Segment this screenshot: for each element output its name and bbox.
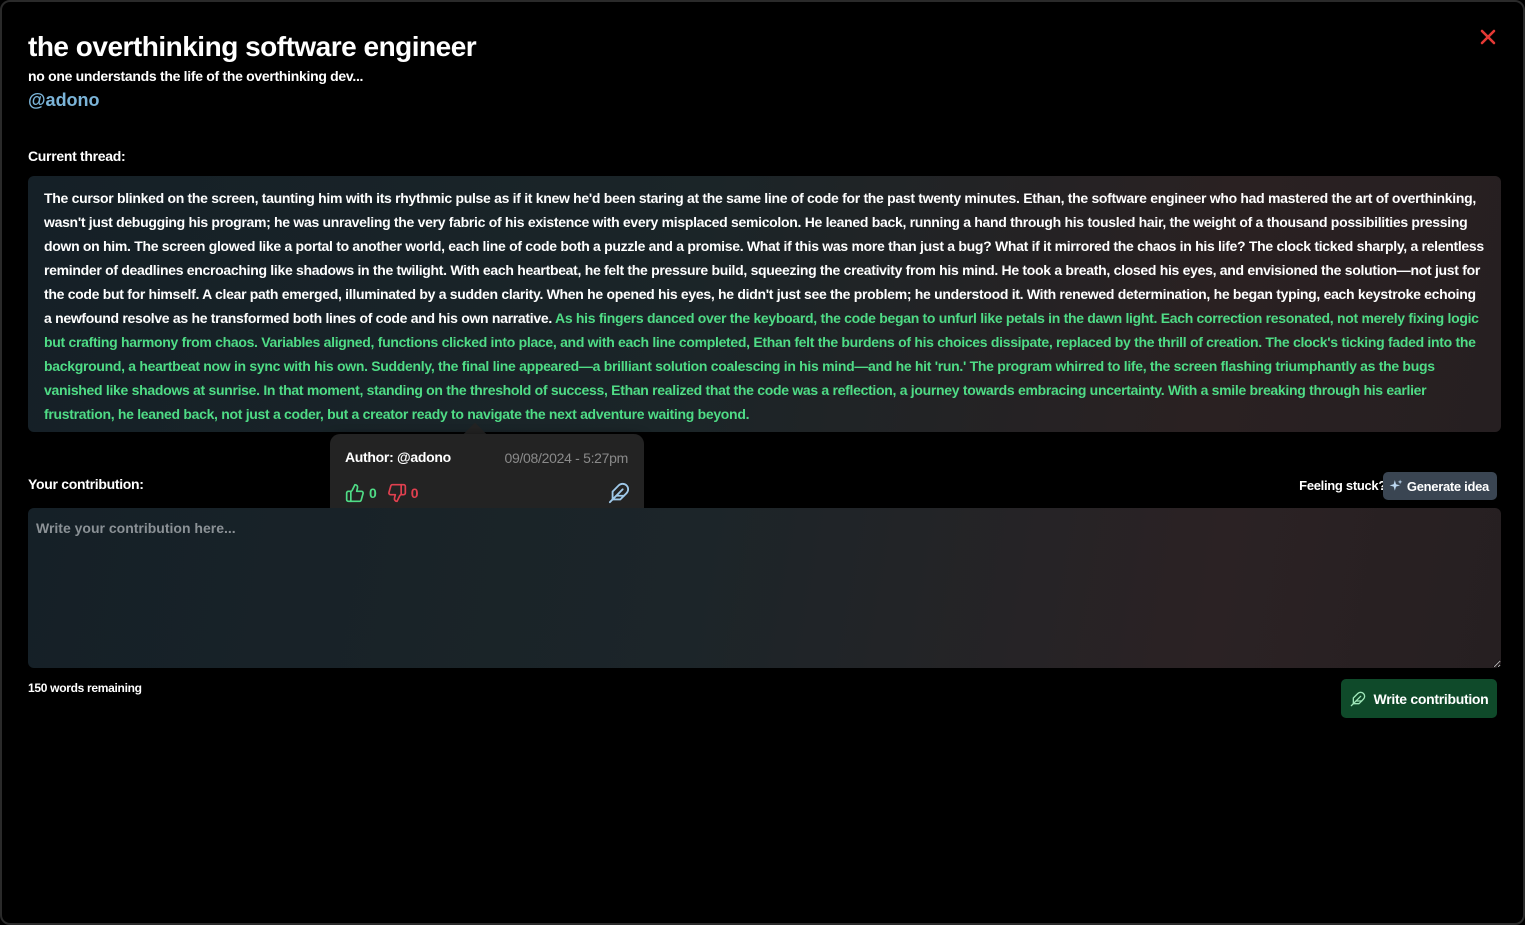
- downvote-button[interactable]: 0: [387, 483, 419, 503]
- downvote-count: 0: [410, 485, 419, 501]
- sparkle-icon: [1389, 479, 1403, 491]
- tooltip-author: Author: @adono: [345, 449, 451, 465]
- thread-segment[interactable]: The cursor blinked on the screen, taunti…: [44, 190, 1484, 326]
- current-thread-label: Current thread:: [28, 148, 126, 164]
- thumbs-up-icon: [345, 483, 364, 503]
- generate-idea-label: Generate idea: [1406, 478, 1489, 494]
- author-handle[interactable]: @adono: [28, 90, 476, 111]
- contribution-input[interactable]: [28, 508, 1501, 668]
- write-contribution-label: Write contribution: [1373, 690, 1489, 707]
- upvote-count: 0: [369, 485, 377, 501]
- story-modal: the overthinking software engineer no on…: [0, 0, 1525, 925]
- generate-idea-button[interactable]: Generate idea: [1382, 472, 1497, 500]
- feather-icon[interactable]: [608, 482, 630, 504]
- tooltip-date: 09/08/2024 - 5:27pm: [504, 450, 628, 466]
- story-subtitle: no one understands the life of the overt…: [28, 68, 364, 84]
- thread-segment-highlighted[interactable]: As his fingers danced over the keyboard,…: [44, 310, 1479, 422]
- story-header: the overthinking software engineer no on…: [28, 30, 477, 111]
- current-thread-text: The cursor blinked on the screen, taunti…: [28, 176, 1501, 432]
- upvote-button[interactable]: 0: [345, 483, 377, 503]
- close-button[interactable]: [1477, 26, 1499, 48]
- thumbs-down-icon: [387, 483, 406, 503]
- feeling-stuck-text: Feeling stuck?: [1299, 478, 1386, 493]
- words-remaining: 150 words remaining: [28, 681, 142, 695]
- your-contribution-label: Your contribution:: [28, 476, 144, 492]
- feather-icon: [1350, 691, 1365, 706]
- vote-group: 0 0: [345, 483, 419, 503]
- close-icon: [1480, 29, 1496, 45]
- write-contribution-button[interactable]: Write contribution: [1341, 679, 1497, 718]
- segment-tooltip: Author: @adono 09/08/2024 - 5:27pm 0 0: [330, 434, 644, 518]
- story-title: the overthinking software engineer: [28, 31, 477, 62]
